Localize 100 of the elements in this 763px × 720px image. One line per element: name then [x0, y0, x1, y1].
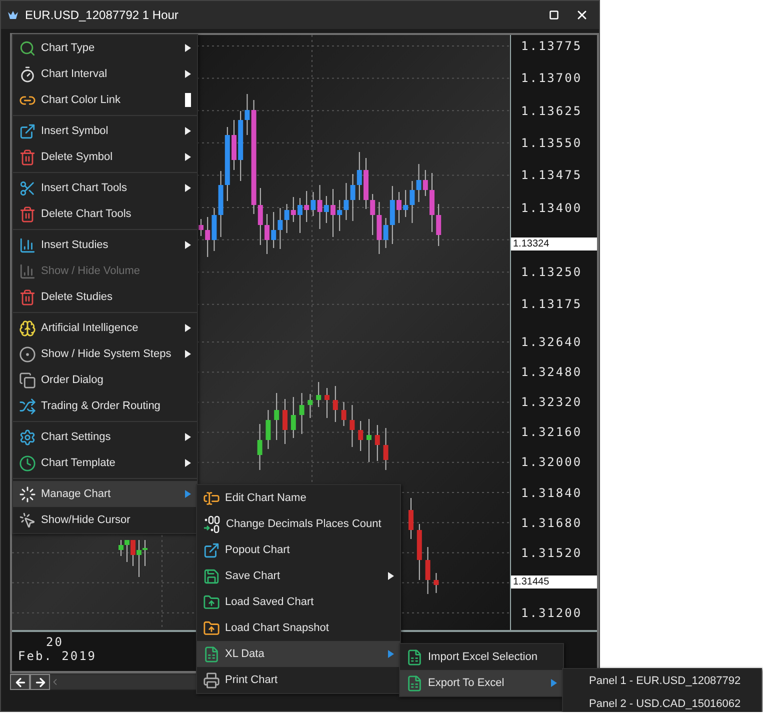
bar-chart-icon — [19, 262, 36, 280]
decimal-arrow-icon — [203, 515, 221, 533]
menu-item[interactable]: Export To Excel — [400, 670, 563, 696]
menu-item[interactable]: Chart Type — [13, 35, 197, 61]
submenu-arrow-icon — [185, 324, 191, 332]
submenu-arrow-icon — [185, 184, 191, 192]
stopwatch-icon — [19, 66, 36, 82]
menu-item[interactable]: Popout Chart — [197, 537, 400, 563]
date-label: 20 — [45, 635, 64, 649]
menu-item[interactable]: Save Chart — [197, 563, 400, 589]
candle — [332, 386, 338, 422]
menu-item[interactable]: Import Excel Selection — [400, 644, 563, 670]
window-title: EUR.USD_12087792 1 Hour — [25, 8, 180, 22]
menu-item[interactable]: Manage Chart — [13, 481, 197, 507]
price-label: 1.31680 — [521, 516, 582, 530]
submenu-arrow-icon — [185, 44, 191, 52]
menu-item[interactable]: Print Chart — [197, 667, 400, 693]
scroll-right-button[interactable] — [30, 674, 50, 690]
submenu-arrow-icon — [185, 433, 191, 441]
menu-item[interactable]: Chart Interval — [13, 61, 197, 87]
candle — [383, 428, 388, 470]
spreadsheet-icon — [406, 648, 423, 666]
menu-item[interactable]: Insert Symbol — [13, 118, 197, 144]
app-logo-icon — [7, 9, 19, 21]
candle — [330, 188, 336, 238]
candle — [232, 120, 236, 170]
trash-icon — [19, 148, 36, 166]
price-tag: 1.13324 — [511, 238, 597, 250]
candle — [358, 420, 364, 452]
price-label: 1.13625 — [521, 104, 582, 118]
price-label: 1.13550 — [521, 136, 582, 150]
trash-icon — [19, 288, 36, 306]
candle — [425, 546, 430, 594]
menu-item[interactable]: Load Chart Snapshot — [197, 615, 400, 641]
price-label: 1.13775 — [521, 39, 582, 53]
submenu-arrow-icon — [388, 572, 394, 580]
magnifier-icon — [19, 40, 36, 56]
candle — [434, 572, 439, 594]
candle — [298, 198, 302, 234]
arrow-left-icon — [14, 676, 26, 688]
square-arrow-icon — [203, 542, 220, 558]
menu-item[interactable]: Show / Hide System Steps — [13, 341, 197, 367]
candle — [264, 214, 270, 254]
submenu-arrow-icon — [185, 350, 191, 358]
candle — [341, 402, 346, 426]
menu-item[interactable]: Delete Studies — [13, 284, 197, 310]
menu-item[interactable]: Edit Chart Name — [197, 485, 400, 511]
trash-icon — [19, 206, 36, 222]
menu-item[interactable]: Artificial Intelligence — [13, 315, 197, 341]
arrow-right-icon — [34, 676, 46, 688]
price-label: 1.31840 — [521, 486, 582, 500]
submenu-arrow-icon — [185, 153, 191, 161]
candle — [308, 394, 313, 418]
ring-icon — [19, 486, 36, 502]
submenu-arrow-icon — [185, 490, 191, 498]
candle — [374, 424, 380, 462]
scroll-left-button[interactable] — [10, 674, 30, 690]
clock-icon — [19, 454, 36, 472]
price-label: 1.32320 — [521, 395, 582, 410]
submenu-arrow-icon — [185, 241, 191, 249]
price-tag: 1.31445 — [511, 576, 597, 588]
candle — [416, 524, 422, 580]
candle — [324, 388, 330, 418]
menu-item[interactable]: Panel 1 - EUR.USD_12087792 — [563, 669, 761, 692]
close-icon — [575, 8, 589, 22]
candle — [257, 424, 262, 470]
candle — [396, 192, 402, 224]
price-label: 1.13700 — [521, 71, 582, 86]
menu-item[interactable]: Delete Symbol — [13, 144, 197, 170]
brain-icon — [19, 320, 36, 336]
price-label: 1.32000 — [521, 455, 582, 470]
menu-item[interactable]: Load Saved Chart — [197, 589, 400, 615]
menu-item[interactable]: Trading & Order Routing — [13, 393, 197, 419]
candle — [350, 404, 355, 448]
candle — [198, 218, 204, 236]
menu-item[interactable]: Panel 2 - USD.CAD_15016062 — [563, 692, 761, 712]
dial-icon — [19, 346, 36, 362]
price-label: 1.32640 — [521, 335, 582, 349]
shuffle-icon — [19, 398, 36, 414]
candle — [364, 158, 368, 210]
menu-item[interactable]: Insert Studies — [13, 232, 197, 258]
menu-item[interactable]: Order Dialog — [13, 367, 197, 393]
candle — [436, 204, 442, 246]
printer-icon — [203, 672, 220, 688]
menu-item[interactable]: Chart Color Link — [13, 87, 197, 113]
menu-item[interactable]: Delete Chart Tools — [13, 201, 197, 227]
candle — [366, 418, 372, 462]
price-label: 1.13250 — [521, 265, 582, 280]
candle — [290, 396, 296, 438]
candle — [282, 398, 288, 444]
menu-item[interactable]: XL Data — [197, 641, 400, 667]
menu-item[interactable]: Change Decimals Places Count — [197, 511, 400, 537]
menu-item[interactable]: Chart Settings — [13, 424, 197, 450]
menu-item[interactable]: Chart Template — [13, 450, 197, 476]
menu-item[interactable]: Show/Hide Cursor — [13, 507, 197, 533]
candle — [316, 382, 322, 408]
square-arrow-icon — [19, 122, 36, 140]
bar-chart-icon — [19, 236, 36, 254]
scissors-icon — [19, 180, 36, 196]
menu-item[interactable]: Insert Chart Tools — [13, 175, 197, 201]
